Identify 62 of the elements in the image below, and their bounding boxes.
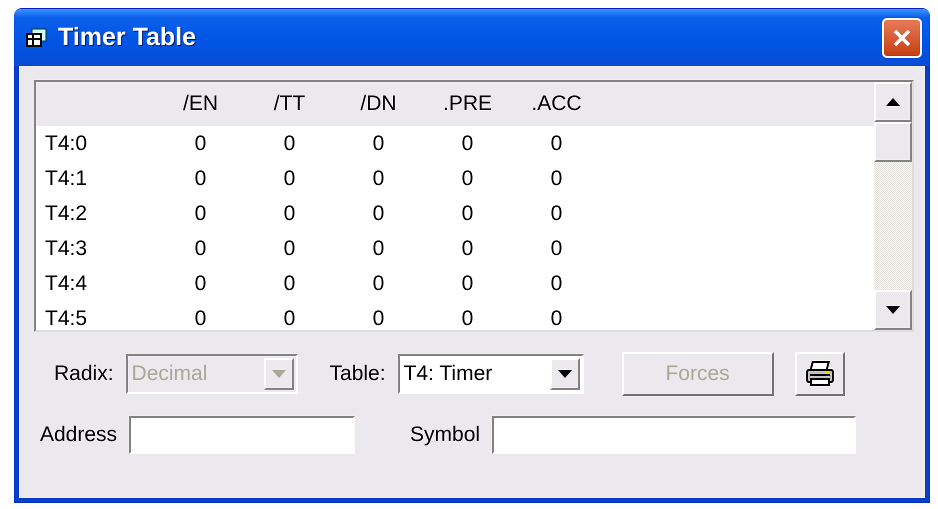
table-cell-text: 0 — [194, 272, 208, 296]
table-cell-text: 0 — [372, 236, 386, 260]
field-label: Address — [40, 423, 118, 447]
table-icon — [26, 28, 48, 48]
row-address: T4:5 — [44, 306, 88, 330]
table-cell-text: 0 — [550, 166, 564, 190]
table-cell-text: 0 — [460, 132, 474, 156]
table-cell-text: 0 — [372, 272, 386, 296]
table-cell-text: 0 — [460, 202, 474, 226]
table-cell-text: 0 — [282, 236, 296, 260]
input-field[interactable] — [492, 416, 856, 454]
table-cell-text: 0 — [372, 306, 386, 330]
close-button[interactable] — [882, 18, 922, 58]
table-cell-text: 0 — [194, 166, 208, 190]
table-cell-text: 0 — [550, 272, 564, 296]
row-address: T4:3 — [44, 236, 88, 260]
table-cell-text: 0 — [372, 202, 386, 226]
column-header: /EN — [182, 92, 219, 116]
table-cell-text: 0 — [550, 202, 564, 226]
up-arrow-icon — [886, 98, 900, 106]
table-cell-text: 0 — [282, 132, 296, 156]
field-label: Symbol — [410, 423, 480, 447]
column-header: .ACC — [530, 92, 583, 116]
print-button[interactable] — [794, 352, 845, 396]
table-cell-text: 0 — [194, 132, 208, 156]
table-cell-text: 0 — [194, 236, 208, 260]
caret-icon — [272, 370, 286, 378]
row-address: T4:1 — [44, 166, 88, 190]
table-cell-text: 0 — [460, 306, 474, 330]
down-arrow-icon — [886, 306, 900, 314]
scroll-up-button[interactable] — [874, 82, 912, 122]
input-field[interactable] — [129, 416, 356, 454]
scroll-thumb[interactable] — [874, 122, 912, 162]
row-address: T4:2 — [44, 202, 88, 226]
table-cell-text: 0 — [372, 166, 386, 190]
table-cell-text: 0 — [372, 132, 386, 156]
scroll-down-button[interactable] — [874, 290, 912, 330]
scrollbar[interactable] — [874, 82, 912, 330]
dropdown-label: Radix: — [54, 362, 114, 386]
table-cell-text: 0 — [550, 132, 564, 156]
table-cell-text: 0 — [282, 202, 296, 226]
table-cell-text: 0 — [550, 236, 564, 260]
table-cell-text: 0 — [282, 166, 296, 190]
row-address: T4:0 — [44, 132, 88, 156]
dropdown[interactable]: T4: Timer — [398, 354, 584, 394]
table-cell-text: 0 — [194, 202, 208, 226]
dropdown-label: Table: — [330, 362, 386, 386]
column-header: .PRE — [442, 92, 493, 116]
table-cell-text: 0 — [460, 166, 474, 190]
column-header: /DN — [359, 92, 398, 116]
table-cell-text: 0 — [194, 306, 208, 330]
table-cell-text: 0 — [282, 306, 296, 330]
table-cell-text: 0 — [550, 306, 564, 330]
close-icon — [892, 28, 912, 48]
column-header: /TT — [272, 92, 306, 116]
row-address: T4:4 — [44, 272, 88, 296]
table-cell-text: 0 — [460, 272, 474, 296]
table-cell-text: 0 — [460, 236, 474, 260]
caret-icon — [558, 370, 572, 378]
table-cell-text: 0 — [282, 272, 296, 296]
printer-icon — [804, 361, 835, 387]
window-title: Timer Table — [58, 23, 196, 52]
